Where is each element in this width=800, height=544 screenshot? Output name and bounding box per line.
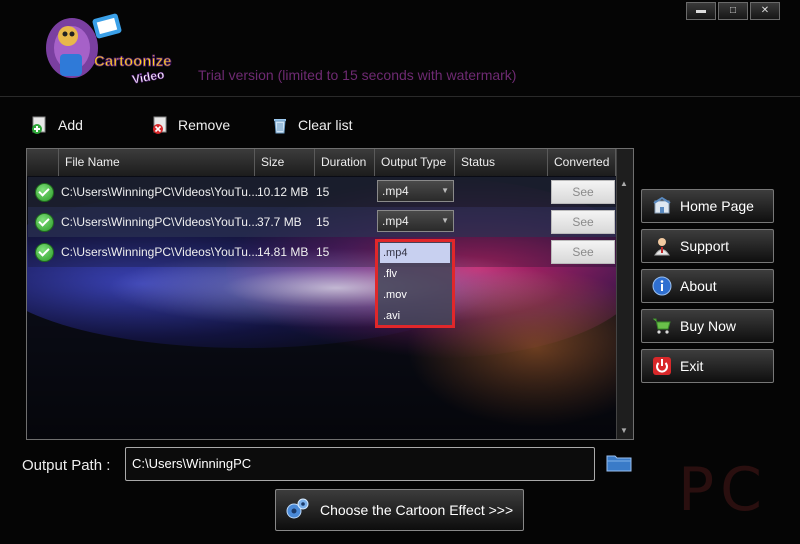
output-type-dropdown[interactable]: .mp4 .flv .mov .avi [375, 239, 455, 328]
size-cell: 14.81 MB [257, 245, 309, 259]
vertical-scrollbar[interactable]: ▲ ▼ [616, 149, 633, 439]
clear-list-button[interactable]: Clear list [270, 115, 352, 135]
buy-now-button[interactable]: Buy Now [641, 309, 774, 343]
about-label: About [680, 278, 717, 294]
column-header-check [27, 149, 59, 176]
check-icon [35, 183, 54, 202]
trial-notice: Trial version (limited to 15 seconds wit… [198, 67, 517, 83]
output-type-value: .mp4 [382, 184, 409, 198]
add-button[interactable]: Add [30, 115, 83, 135]
duration-cell: 15 [316, 185, 330, 199]
clear-list-label: Clear list [298, 117, 353, 133]
watermark: PC [678, 455, 769, 525]
header-divider [0, 96, 800, 97]
dropdown-option-mov[interactable]: .mov [380, 285, 450, 305]
home-page-button[interactable]: Home Page [641, 189, 774, 223]
table-row[interactable]: C:\Users\WinningPC\Videos\YouTu... 10.12… [28, 177, 616, 207]
column-header-file-name[interactable]: File Name [59, 149, 255, 176]
remove-button[interactable]: Remove [150, 115, 230, 135]
add-file-icon [32, 116, 46, 134]
support-person-icon [654, 238, 670, 256]
power-icon [653, 357, 671, 375]
file-name-cell: C:\Users\WinningPC\Videos\YouTu... [61, 245, 257, 259]
duration-cell: 15 [316, 245, 330, 259]
column-header-size[interactable]: Size [255, 149, 315, 176]
maximize-button[interactable]: □ [718, 2, 748, 20]
folder-icon[interactable] [606, 452, 632, 472]
grid-header: File Name Size Duration Output Type Stat… [27, 149, 617, 176]
scroll-down-icon[interactable]: ▼ [620, 426, 628, 435]
column-header-duration[interactable]: Duration [315, 149, 375, 176]
trash-icon [274, 119, 286, 134]
home-icon [653, 196, 671, 214]
choose-cartoon-effect-label: Choose the Cartoon Effect >>> [320, 502, 514, 518]
shopping-cart-icon [653, 318, 671, 334]
dropdown-option-mp4[interactable]: .mp4 [380, 243, 450, 263]
gears-icon [286, 498, 309, 519]
file-name-cell: C:\Users\WinningPC\Videos\YouTu... [61, 185, 257, 199]
see-button[interactable]: See [551, 180, 615, 204]
table-row[interactable]: C:\Users\WinningPC\Videos\YouTu... 14.81… [28, 237, 616, 267]
output-type-value: .mp4 [382, 214, 409, 228]
column-header-converted[interactable]: Converted [548, 149, 616, 176]
logo-subtitle: Video [131, 67, 165, 86]
chevron-down-icon: ▼ [441, 186, 449, 195]
file-list-grid[interactable]: File Name Size Duration Output Type Stat… [26, 148, 634, 440]
support-label: Support [680, 238, 730, 254]
window-controls: ▬ □ ✕ [686, 2, 780, 20]
exit-button[interactable]: Exit [641, 349, 774, 383]
close-button[interactable]: ✕ [750, 2, 780, 20]
app-window: Cartoonize Video Trial version (limited … [0, 0, 800, 544]
column-header-status[interactable]: Status [455, 149, 548, 176]
dropdown-option-flv[interactable]: .flv [380, 264, 450, 284]
info-icon [652, 276, 672, 296]
output-type-select[interactable]: .mp4 ▼ [377, 210, 454, 232]
see-button[interactable]: See [551, 210, 615, 234]
about-button[interactable]: About [641, 269, 774, 303]
size-cell: 37.7 MB [257, 215, 302, 229]
buy-now-label: Buy Now [680, 318, 737, 334]
output-path-label: Output Path : [22, 457, 111, 474]
remove-file-icon [153, 116, 167, 134]
chevron-down-icon: ▼ [441, 216, 449, 225]
add-label: Add [58, 117, 83, 133]
choose-cartoon-effect-button[interactable]: Choose the Cartoon Effect >>> [275, 489, 524, 531]
exit-label: Exit [680, 358, 704, 374]
dropdown-option-avi[interactable]: .avi [380, 306, 450, 326]
remove-label: Remove [178, 117, 231, 133]
file-name-cell: C:\Users\WinningPC\Videos\YouTu... [61, 215, 257, 229]
duration-cell: 15 [316, 215, 330, 229]
minimize-button[interactable]: ▬ [686, 2, 716, 20]
size-cell: 10.12 MB [257, 185, 309, 199]
check-icon [35, 243, 54, 262]
scroll-up-icon[interactable]: ▲ [620, 179, 628, 188]
see-button[interactable]: See [551, 240, 615, 264]
output-type-select[interactable]: .mp4 ▼ [377, 180, 454, 202]
check-icon [35, 213, 54, 232]
home-page-label: Home Page [680, 198, 754, 214]
table-row[interactable]: C:\Users\WinningPC\Videos\YouTu... 37.7 … [28, 207, 616, 237]
output-path-field[interactable]: C:\Users\WinningPC [125, 447, 595, 481]
cartoonize-video-logo: Cartoonize Video [46, 13, 172, 87]
column-header-output-type[interactable]: Output Type [375, 149, 455, 176]
support-button[interactable]: Support [641, 229, 774, 263]
